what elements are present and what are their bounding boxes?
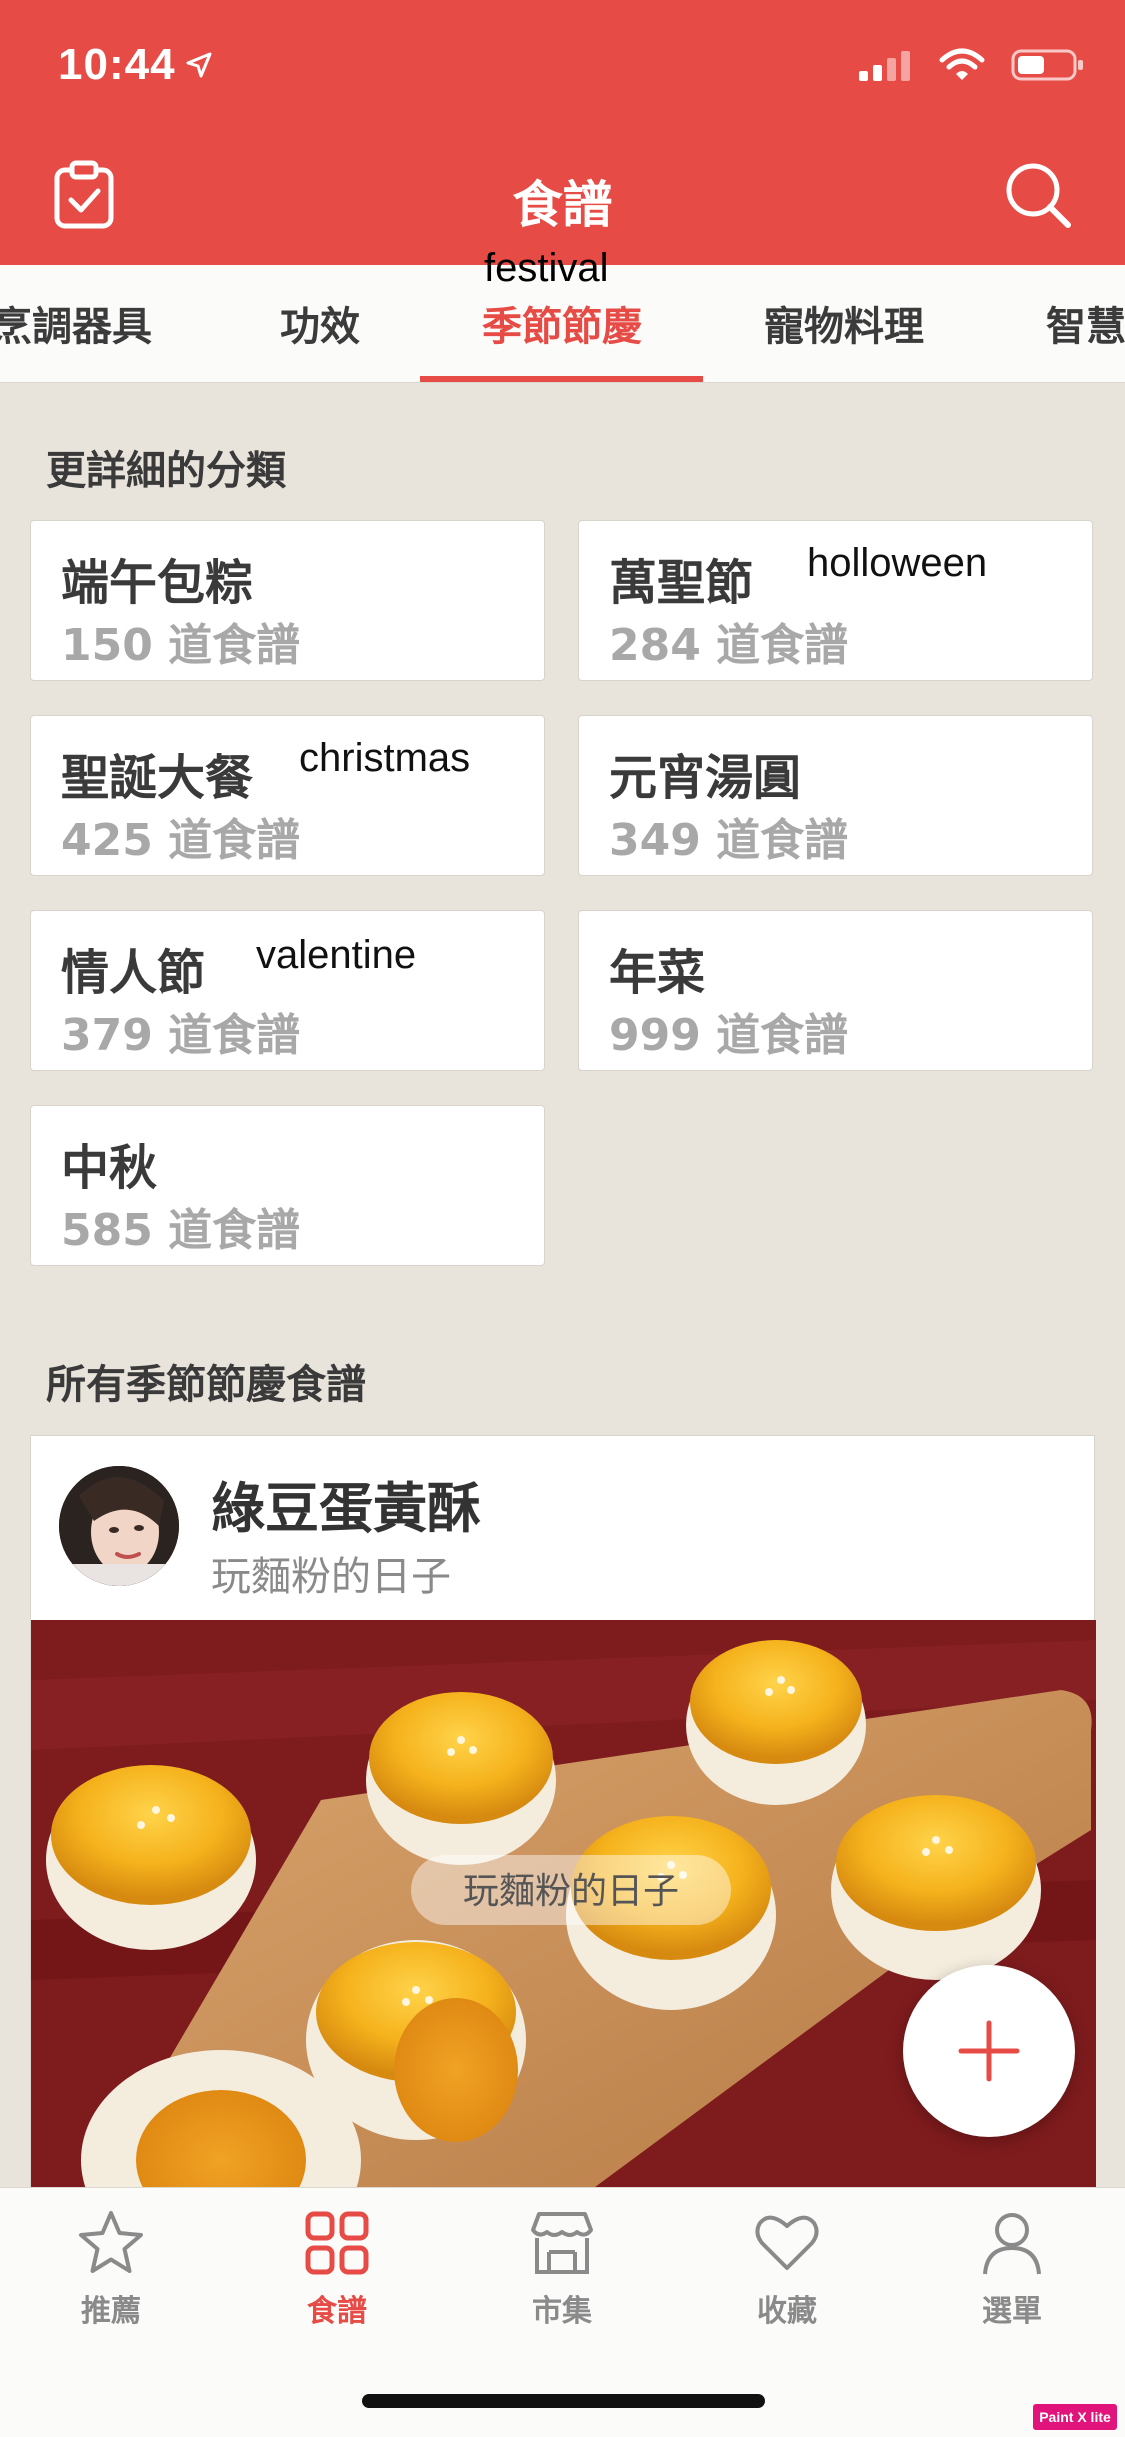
battery-icon <box>1011 49 1083 81</box>
active-tab-indicator <box>420 376 703 382</box>
subcategory-name: 萬聖節 <box>609 555 754 611</box>
photo-watermark: 玩麵粉的日子 <box>463 1871 679 1912</box>
subcategory-heading: 更詳細的分類 <box>46 448 286 494</box>
subcategory-name: 年菜 <box>609 945 706 1001</box>
tab-smart[interactable]: 智慧 <box>1046 265 1125 382</box>
status-indicators <box>859 48 1085 82</box>
nav-label: 收藏 <box>757 2294 817 2329</box>
subcategory-count: 425 道食譜 <box>61 815 301 866</box>
wifi-icon <box>939 48 985 80</box>
avatar-portrait <box>59 1466 179 1586</box>
tab-efficacy[interactable]: 功效 <box>280 265 360 382</box>
star-icon <box>79 2211 143 2273</box>
subcategory-card-new-year[interactable]: 年菜 999 道食譜 <box>578 910 1093 1071</box>
annotation-holloween: holloween <box>807 541 988 585</box>
subcategory-card-valentine[interactable]: 情人節 379 道食譜 valentine <box>30 910 545 1071</box>
subcategory-card-halloween[interactable]: 萬聖節 284 道食譜 holloween <box>578 520 1093 681</box>
annotation-festival: festival <box>484 246 609 290</box>
tab-pet-food[interactable]: 寵物料理 <box>764 265 924 382</box>
subcategory-count: 999 道食譜 <box>609 1010 849 1061</box>
storefront-icon <box>531 2212 593 2274</box>
grid-icon <box>305 2211 369 2275</box>
subcategory-card-mid-autumn[interactable]: 中秋 585 道食譜 <box>30 1105 545 1266</box>
subcategory-name: 中秋 <box>61 1140 158 1196</box>
status-time: 10:44 <box>58 40 212 90</box>
tab-cookware[interactable]: 烹調器具 <box>0 265 152 382</box>
subcategory-card-lantern[interactable]: 元宵湯圓 349 道食譜 <box>578 715 1093 876</box>
subcategory-count: 150 道食譜 <box>61 620 301 671</box>
status-time-text: 10:44 <box>58 40 176 89</box>
add-recipe-button[interactable] <box>903 1965 1075 2137</box>
nav-recipes[interactable]: 食譜 <box>257 2208 417 2330</box>
subcategory-count: 284 道食譜 <box>609 620 849 671</box>
nav-market[interactable]: 市集 <box>482 2208 642 2330</box>
plus-icon <box>958 2020 1020 2082</box>
subcategory-count: 379 道食譜 <box>61 1010 301 1061</box>
subcategory-count: 349 道食譜 <box>609 815 849 866</box>
subcategory-name: 元宵湯圓 <box>609 750 802 806</box>
recipe-author[interactable]: 玩麵粉的日子 <box>211 1544 451 1602</box>
location-arrow-icon <box>186 52 212 78</box>
avatar[interactable] <box>59 1466 179 1586</box>
nav-label: 市集 <box>532 2294 592 2329</box>
nav-recommend[interactable]: 推薦 <box>31 2208 191 2330</box>
annotation-valentine: valentine <box>256 933 417 977</box>
search-icon[interactable] <box>1003 160 1073 230</box>
annotation-christmas: christmas <box>299 736 471 780</box>
subcategory-name: 情人節 <box>61 945 206 1001</box>
subcategory-name: 聖誕大餐 <box>61 750 254 806</box>
nav-label: 食譜 <box>307 2294 367 2329</box>
subcategory-count: 585 道食譜 <box>61 1205 301 1256</box>
nav-menu[interactable]: 選單 <box>932 2208 1092 2330</box>
all-recipes-heading: 所有季節節慶食譜 <box>46 1362 366 1408</box>
subcategory-card-dragon-boat[interactable]: 端午包粽 150 道食譜 <box>30 520 545 681</box>
nav-label: 選單 <box>982 2294 1042 2329</box>
home-indicator[interactable] <box>362 2394 765 2408</box>
subcategory-card-christmas[interactable]: 聖誕大餐 425 道食譜 christmas <box>30 715 545 876</box>
subcategory-name: 端午包粽 <box>61 555 254 611</box>
heart-icon <box>755 2215 819 2270</box>
user-icon <box>983 2213 1041 2275</box>
recipe-title[interactable]: 綠豆蛋黃酥 <box>211 1464 481 1543</box>
page-title: 食譜 <box>512 176 613 234</box>
app-header: 10:44 食譜 <box>0 0 1125 265</box>
nav-favorites[interactable]: 收藏 <box>707 2208 867 2330</box>
paint-x-lite-badge: Paint X lite <box>1033 2404 1117 2430</box>
cellular-signal-icon <box>859 51 910 81</box>
nav-label: 推薦 <box>81 2294 141 2329</box>
